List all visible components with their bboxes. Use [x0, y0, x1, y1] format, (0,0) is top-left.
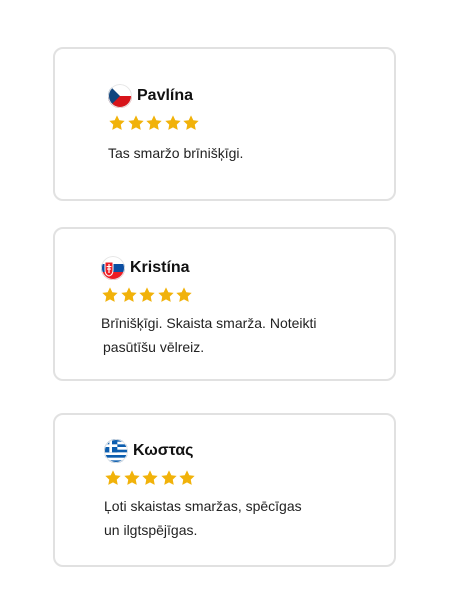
star-icon: [138, 286, 156, 304]
review-text-line: un ilgtspējīgas.: [104, 522, 198, 538]
review-header: Kristína: [101, 255, 317, 281]
review-text: Ļoti skaistas smaržas, spēcīgas un ilgts…: [104, 494, 302, 542]
star-icon: [108, 114, 126, 132]
review-text-line: Tas smaržo brīnišķīgi.: [108, 145, 244, 161]
star-icon: [160, 469, 178, 487]
star-icon: [175, 286, 193, 304]
star-rating: [101, 285, 317, 305]
review-text-line: Ļoti skaistas smaržas, spēcīgas: [104, 498, 302, 514]
star-icon: [101, 286, 119, 304]
review-card: Kristína Brīnišķīgi. Skaista smarža. Not…: [53, 227, 396, 381]
star-icon: [182, 114, 200, 132]
star-icon: [123, 469, 141, 487]
reviewer-name: Pavlína: [137, 87, 194, 104]
star-rating: [108, 113, 243, 133]
czech-flag-icon: [108, 84, 132, 108]
star-icon: [164, 114, 182, 132]
review-text: Tas smaržo brīnišķīgi.: [108, 141, 243, 165]
review-header: Pavlína: [108, 83, 243, 109]
star-icon: [141, 469, 159, 487]
star-rating: [104, 468, 302, 488]
star-icon: [145, 114, 163, 132]
review-text-line: pasūtīšu vēlreiz.: [103, 339, 205, 355]
review-card: Pavlína Tas smaržo brīnišķīgi.: [53, 47, 396, 201]
review-text: Brīnišķīgi. Skaista smarža. Noteikti pas…: [101, 311, 317, 359]
review-header: Κωστας: [104, 438, 302, 464]
greece-flag-icon: [104, 439, 128, 463]
reviewer-name: Κωστας: [133, 442, 194, 459]
review-text-line: Brīnišķīgi. Skaista smarža. Noteikti: [101, 315, 317, 331]
star-icon: [104, 469, 122, 487]
slovakia-flag-icon: [101, 256, 125, 280]
star-icon: [178, 469, 196, 487]
star-icon: [127, 114, 145, 132]
star-icon: [157, 286, 175, 304]
star-icon: [120, 286, 138, 304]
review-card: Κωστας Ļoti skaistas smaržas, spēcīgas u…: [53, 413, 396, 567]
reviewer-name: Kristína: [130, 259, 190, 276]
